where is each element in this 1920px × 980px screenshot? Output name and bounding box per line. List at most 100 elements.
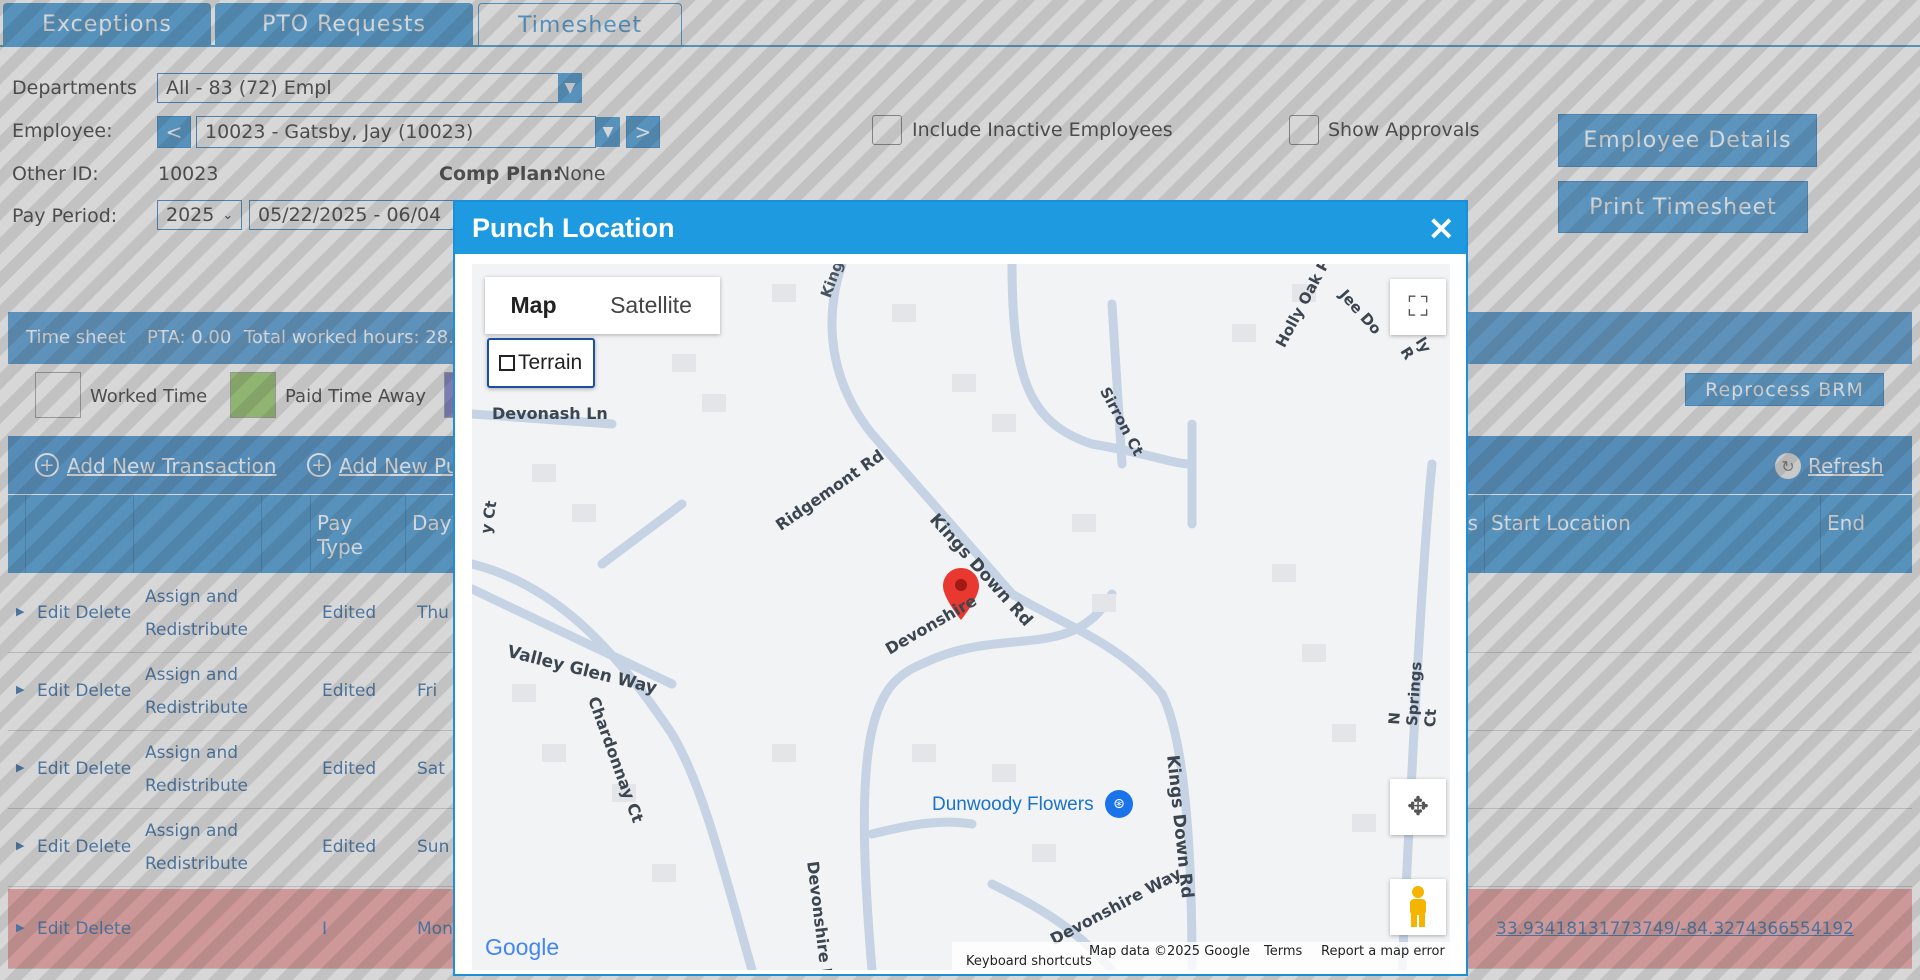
employee-value: 10023 - Gatsby, Jay (10023) [205, 121, 474, 143]
edit-delete-links[interactable]: Edit Delete [37, 837, 131, 857]
redistribute-link[interactable]: Redistribute [145, 698, 248, 718]
header-start-location[interactable]: Start Location [1485, 495, 1821, 573]
close-icon[interactable]: × [1427, 208, 1456, 248]
header-cell-ops [26, 495, 134, 573]
worked-time-label: Worked Time [90, 386, 208, 407]
add-transaction-link[interactable]: Add New Transaction [67, 454, 276, 478]
google-logo: Google [485, 934, 560, 960]
other-id-value: 10023 [158, 163, 219, 185]
header-pay-type[interactable]: Pay Type [311, 495, 406, 573]
expand-arrow-icon[interactable]: ▶ [16, 839, 24, 852]
terrain-toggle[interactable]: Terrain [487, 338, 595, 388]
redistribute-link[interactable]: Redistribute [145, 620, 248, 640]
pay-range-value: 05/22/2025 - 06/04 [258, 204, 442, 226]
timesheet-title: Time sheet [26, 327, 126, 348]
street-label: N Springs Ct [1385, 660, 1441, 728]
day-cell: Sun [417, 837, 450, 857]
map-type-satellite-button[interactable]: Satellite [582, 277, 720, 334]
assign-link[interactable]: Assign and [145, 587, 238, 607]
prev-employee-button[interactable]: < [157, 116, 191, 148]
tab-underline [0, 45, 1920, 47]
comp-plan-value: None [556, 163, 606, 185]
pay-type-cell: Edited [322, 681, 377, 701]
dialog-header: Punch Location × [455, 202, 1466, 254]
expand-arrow-icon[interactable]: ▶ [16, 605, 24, 618]
chevron-down-icon[interactable]: ▼ [596, 117, 620, 147]
chevron-down-icon[interactable]: ▼ [558, 73, 582, 103]
fullscreen-icon[interactable]: ⛶ [1390, 279, 1446, 335]
day-cell: Fri [417, 681, 438, 701]
pay-type-cell: I [322, 919, 328, 939]
worked-time-swatch [35, 372, 81, 418]
pegman-icon[interactable] [1390, 879, 1446, 935]
expand-arrow-icon[interactable]: ▶ [16, 683, 24, 696]
pay-year-value: 2025 [166, 204, 215, 226]
edit-delete-links[interactable]: Edit Delete [37, 759, 131, 779]
show-approvals-label: Show Approvals [1328, 119, 1480, 141]
pay-period-label: Pay Period: [12, 205, 118, 227]
poi-label[interactable]: Dunwoody Flowers [932, 794, 1094, 816]
refresh-link[interactable]: Refresh [1808, 454, 1884, 478]
employee-details-button[interactable]: Employee Details [1558, 114, 1817, 167]
tab-timesheet[interactable]: Timesheet [478, 3, 682, 47]
day-cell: Sat [417, 759, 445, 779]
include-inactive-checkbox[interactable] [872, 115, 902, 145]
report-map-error-link[interactable]: Report a map error [1321, 944, 1445, 959]
day-cell: Mon [417, 919, 453, 939]
start-location-link[interactable]: 33.93418131773749/-84.3274366554192 [1496, 919, 1854, 939]
pay-type-cell: Edited [322, 603, 377, 623]
terrain-label: Terrain [518, 351, 583, 374]
employee-select[interactable]: 10023 - Gatsby, Jay (10023) [196, 116, 596, 148]
map-data-attribution: Map data ©2025 Google [1089, 944, 1251, 959]
expand-arrow-icon[interactable]: ▶ [16, 921, 24, 934]
edit-delete-links[interactable]: Edit Delete [37, 919, 131, 939]
paid-time-label: Paid Time Away [285, 386, 426, 407]
employee-label: Employee: [12, 120, 113, 142]
header-end[interactable]: End [1821, 495, 1912, 573]
show-approvals-checkbox[interactable] [1289, 115, 1319, 145]
edit-delete-links[interactable]: Edit Delete [37, 603, 131, 623]
print-timesheet-button[interactable]: Print Timesheet [1558, 181, 1808, 233]
redistribute-link[interactable]: Redistribute [145, 776, 248, 796]
assign-link[interactable]: Assign and [145, 821, 238, 841]
assign-link[interactable]: Assign and [145, 665, 238, 685]
plus-icon: + [307, 453, 331, 477]
map-type-control: Map Satellite [485, 277, 720, 334]
tab-bar: Exceptions PTO Requests Timesheet [0, 0, 1920, 47]
include-inactive-label: Include Inactive Employees [912, 119, 1173, 141]
terms-link[interactable]: Terms [1264, 944, 1302, 959]
assign-link[interactable]: Assign and [145, 743, 238, 763]
punch-location-dialog: Punch Location × Map Satellite Terrain ⛶… [453, 200, 1468, 976]
other-id-label: Other ID: [12, 163, 99, 185]
departments-select[interactable]: All - 83 (72) Empl [157, 73, 563, 103]
departments-value: All - 83 (72) Empl [166, 77, 332, 99]
next-employee-button[interactable]: > [626, 116, 660, 148]
tab-pto-requests[interactable]: PTO Requests [215, 3, 473, 45]
map-footer: Keyboard shortcuts Map data ©2025 Google… [952, 942, 1450, 970]
plus-icon: + [35, 453, 59, 477]
header-cell-blank [262, 495, 311, 573]
dialog-title: Punch Location [472, 213, 675, 243]
camera-control-icon[interactable]: ✥ [1390, 779, 1446, 835]
shopping-bag-icon[interactable]: ⊛ [1105, 790, 1133, 818]
street-label: Devonash Ln [492, 404, 608, 423]
total-worked-hours: Total worked hours: 28. [244, 327, 454, 348]
expand-arrow-icon[interactable]: ▶ [16, 761, 24, 774]
header-cell-assign [134, 495, 262, 573]
terrain-checkbox[interactable] [499, 355, 515, 371]
add-punch-link[interactable]: Add New Pu [339, 454, 458, 478]
redistribute-link[interactable]: Redistribute [145, 854, 248, 874]
refresh-icon[interactable]: ↻ [1775, 453, 1801, 479]
map-canvas[interactable]: Map Satellite Terrain ⛶ ✥ Dunwoody Flowe… [472, 264, 1450, 970]
tab-exceptions[interactable]: Exceptions [3, 3, 211, 45]
map-type-map-button[interactable]: Map [485, 277, 582, 334]
header-cell-expand [8, 495, 26, 573]
day-cell: Thu [417, 603, 449, 623]
edit-delete-links[interactable]: Edit Delete [37, 681, 131, 701]
comp-plan-label: Comp Plan: [439, 163, 561, 185]
keyboard-shortcuts-link[interactable]: Keyboard shortcuts [966, 954, 1092, 969]
departments-label: Departments [12, 77, 137, 99]
reprocess-brm-button[interactable]: Reprocess BRM [1685, 373, 1884, 406]
pay-year-select[interactable]: 2025 ⌄ [157, 200, 242, 230]
pay-type-cell: Edited [322, 759, 377, 779]
